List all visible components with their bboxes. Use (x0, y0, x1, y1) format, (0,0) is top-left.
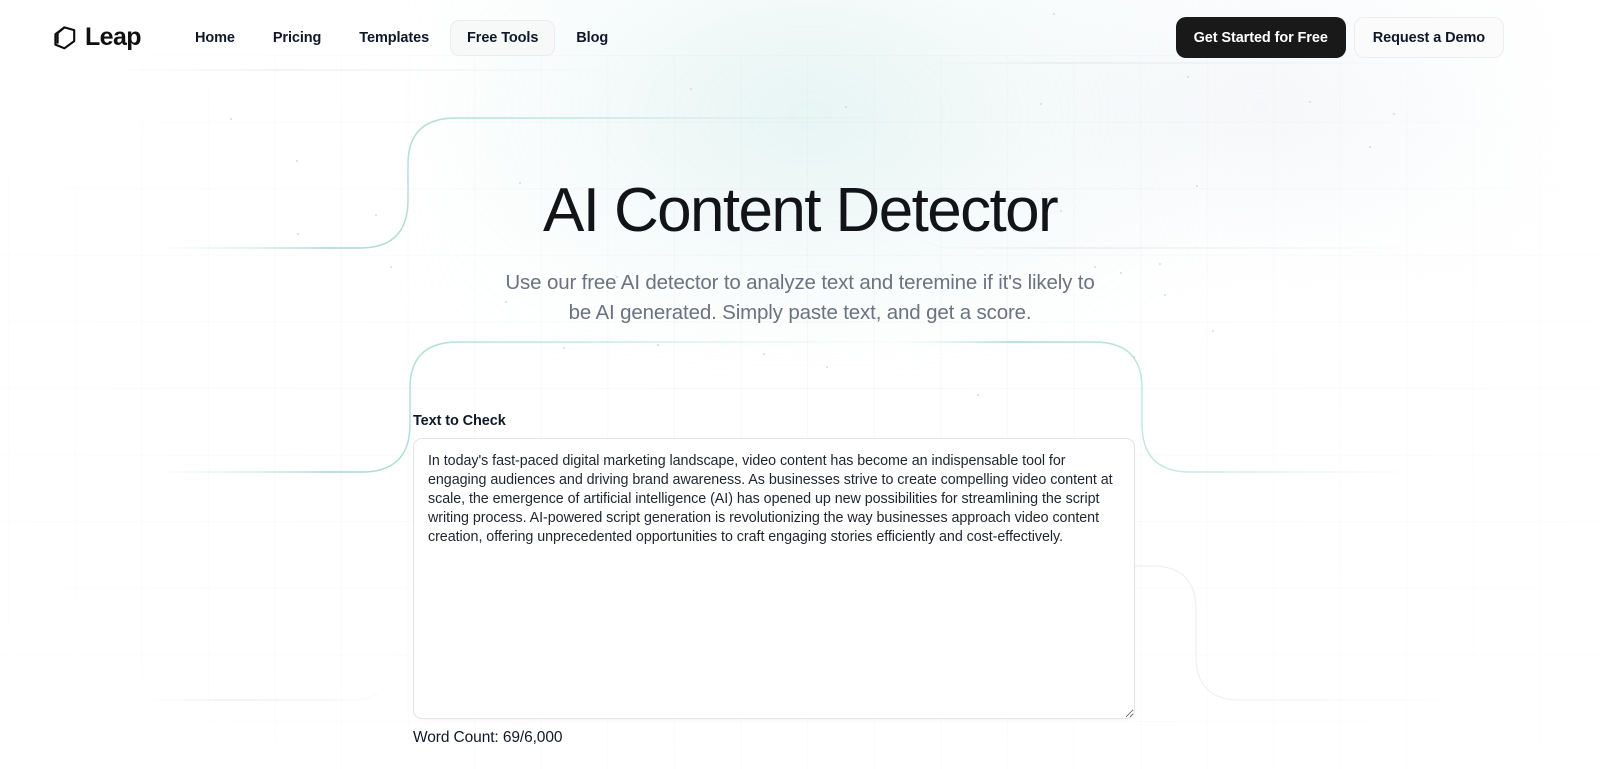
text-check-form: Text to Check In today's fast-paced digi… (413, 413, 1135, 747)
nav-item-pricing[interactable]: Pricing (256, 20, 338, 56)
hero-section: AI Content Detector Use our free AI dete… (0, 178, 1600, 329)
page-title: AI Content Detector (542, 176, 1059, 245)
header-actions: Get Started for Free Request a Demo (1175, 17, 1504, 58)
get-started-for-free-button[interactable]: Get Started for Free (1175, 17, 1346, 58)
site-header: Leap Home Pricing Templates Free Tools B… (0, 0, 1600, 75)
brand-logo-link[interactable]: Leap (52, 23, 142, 51)
cube-logo-icon (54, 25, 76, 49)
word-count-label: Word Count: 69/6,000 (413, 729, 563, 746)
request-a-demo-button[interactable]: Request a Demo (1353, 17, 1504, 58)
nav-item-free-tools[interactable]: Free Tools (450, 19, 556, 56)
page-root: Leap Home Pricing Templates Free Tools B… (0, 0, 1600, 769)
nav-item-home[interactable]: Home (178, 20, 252, 56)
nav-item-templates[interactable]: Templates (342, 20, 446, 56)
main-navigation: Home Pricing Templates Free Tools Blog (178, 19, 625, 56)
text-to-check-label: Text to Check (413, 413, 506, 429)
page-subtitle: Use our free AI detector to analyze text… (505, 270, 1095, 325)
brand-name: Leap (85, 23, 142, 51)
nav-item-blog[interactable]: Blog (559, 20, 625, 56)
text-to-check-input[interactable]: In today's fast-paced digital marketing … (413, 438, 1135, 719)
